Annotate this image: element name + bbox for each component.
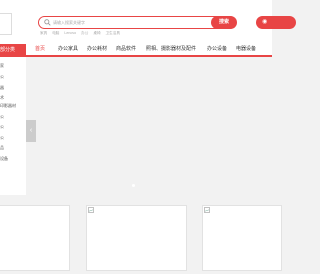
nav-item-office-supplies[interactable]: 办公耗材 (87, 45, 107, 53)
search-input[interactable] (53, 18, 203, 27)
all-categories-button[interactable]: 全部分类 (0, 44, 26, 57)
category-item[interactable]: 公 (0, 124, 4, 130)
category-item[interactable]: 设备 (0, 156, 8, 162)
search-bar (38, 16, 236, 29)
hot-word[interactable]: Lenovo (64, 31, 76, 35)
category-item[interactable]: 术 (0, 95, 4, 101)
hot-word[interactable]: 家具 (40, 31, 47, 35)
hot-words: 家具 电脑 Lenovo 办公 桌椅 卫生洁具 (40, 31, 124, 36)
hot-word[interactable]: 桌椅 (93, 31, 100, 35)
broken-image-icon (204, 207, 210, 213)
search-button[interactable]: 搜索 (211, 16, 237, 29)
product-card[interactable] (0, 205, 70, 271)
category-item[interactable]: 品 (0, 145, 4, 151)
nav-item-office-furniture[interactable]: 办公家具 (58, 45, 78, 53)
carousel-dot[interactable] (132, 184, 135, 187)
category-item[interactable]: 家 (0, 63, 4, 69)
nav-item-software[interactable]: 商品软件 (116, 45, 136, 53)
broken-image-icon (88, 207, 94, 213)
nav-item-office-equipment[interactable]: 办公设备 (207, 45, 227, 53)
search-icon (44, 19, 51, 26)
category-item[interactable]: 器 (0, 85, 4, 91)
nav-item-electrical-equipment[interactable]: 电器设备 (236, 45, 256, 53)
product-card[interactable] (86, 205, 187, 271)
hot-word[interactable]: 电脑 (52, 31, 59, 35)
cart-button[interactable]: ◉ (256, 16, 296, 29)
hot-word[interactable]: 卫生洁具 (106, 31, 120, 35)
banner-prev-arrow[interactable]: ‹ (26, 120, 36, 142)
nav-item-home[interactable]: 首页 (35, 45, 45, 53)
hot-word[interactable]: 办公 (81, 31, 88, 35)
banner-carousel[interactable] (26, 57, 272, 195)
nav-item-photography[interactable]: 照相、摄影器材及配件 (146, 45, 196, 53)
category-item[interactable]: 公 (0, 74, 4, 80)
category-item[interactable]: 印影器材 (0, 103, 16, 109)
cart-icon: ◉ (262, 19, 268, 25)
category-item[interactable]: 公 (0, 114, 4, 120)
product-card[interactable] (202, 205, 282, 271)
category-sidebar: 家 公 器 术 印影器材 公 公 公 品 设备 (0, 57, 26, 195)
category-item[interactable]: 公 (0, 135, 4, 141)
logo[interactable] (0, 13, 12, 35)
